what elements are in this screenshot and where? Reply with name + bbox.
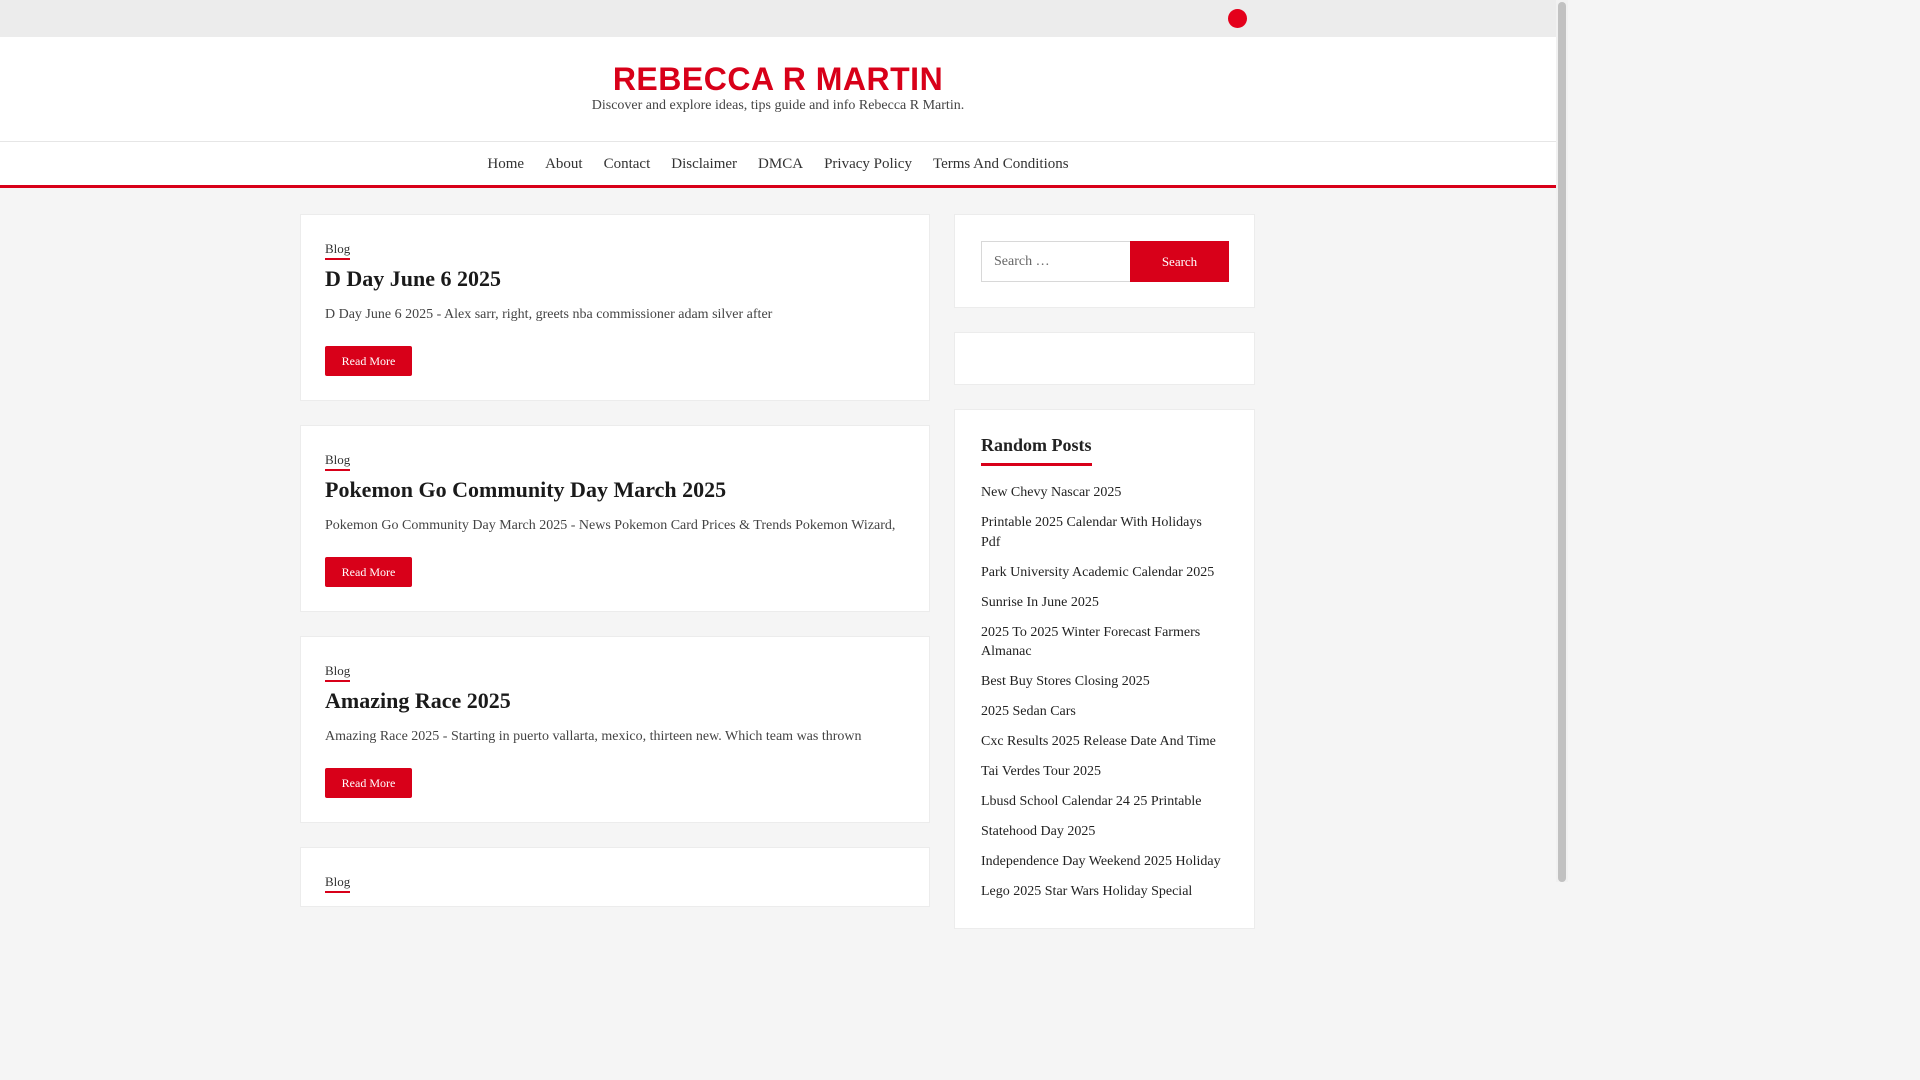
post-category-link[interactable]: Blog	[325, 452, 351, 471]
site-tagline: Discover and explore ideas, tips guide a…	[591, 98, 965, 113]
nav-item-home[interactable]: Home	[487, 156, 524, 172]
read-more-button[interactable]: Read More	[325, 346, 412, 376]
nav-item-contact[interactable]: Contact	[604, 156, 651, 172]
random-posts-list: New Chevy Nascar 2025 Printable 2025 Cal…	[981, 483, 1221, 912]
search-button[interactable]: Search	[1130, 241, 1229, 282]
scrollbar-thumb[interactable]	[1558, 2, 1566, 882]
random-post-link[interactable]: Park University Academic Calendar 2025	[981, 565, 1214, 580]
post-card: Blog Pokemon Go Community Day March 2025…	[300, 425, 930, 612]
post-excerpt: Pokemon Go Community Day March 2025 - Ne…	[325, 518, 896, 533]
post-card: Blog Amazing Race 2025 Amazing Race 2025…	[300, 636, 930, 823]
random-post-link[interactable]: Cxc Results 2025 Release Date And Time	[981, 734, 1216, 749]
random-post-link[interactable]: Sunrise In June 2025	[981, 595, 1099, 610]
post-title[interactable]: Amazing Race 2025	[325, 688, 511, 714]
random-post-link[interactable]: New Chevy Nascar 2025	[981, 485, 1121, 500]
nav-item-dmca[interactable]: DMCA	[758, 156, 803, 172]
post-category-link[interactable]: Blog	[325, 874, 351, 893]
vertical-scrollbar[interactable]	[1556, 0, 1568, 882]
nav-item-about[interactable]: About	[545, 156, 583, 172]
nav-item-disclaimer[interactable]: Disclaimer	[671, 156, 737, 172]
search-icon[interactable]	[1228, 9, 1247, 28]
random-post-link[interactable]: Best Buy Stores Closing 2025	[981, 674, 1150, 689]
random-post-link[interactable]: Statehood Day 2025	[981, 824, 1095, 839]
random-post-link[interactable]: Lego 2025 Star Wars Holiday Special	[981, 884, 1192, 899]
read-more-button[interactable]: Read More	[325, 557, 412, 587]
random-posts-widget: Random Posts New Chevy Nascar 2025 Print…	[954, 409, 1255, 929]
post-title[interactable]: Pokemon Go Community Day March 2025	[325, 477, 726, 503]
post-category-link[interactable]: Blog	[325, 241, 351, 260]
empty-widget	[954, 332, 1255, 385]
post-category-link[interactable]: Blog	[325, 663, 351, 682]
post-card: Blog	[300, 847, 930, 907]
site-title[interactable]: REBECCA R MARTIN	[0, 61, 1556, 98]
nav-item-privacy-policy[interactable]: Privacy Policy	[824, 156, 912, 172]
post-title[interactable]: D Day June 6 2025	[325, 266, 501, 292]
read-more-button[interactable]: Read More	[325, 768, 412, 798]
search-input[interactable]	[981, 241, 1131, 282]
post-card: Blog D Day June 6 2025 D Day June 6 2025…	[300, 214, 930, 401]
random-post-link[interactable]: Printable 2025 Calendar With Holidays Pd…	[981, 515, 1202, 550]
main-navigation: Home About Contact Disclaimer DMCA Priva…	[0, 142, 1556, 188]
top-bar	[0, 0, 1556, 37]
nav-item-terms-and-conditions[interactable]: Terms And Conditions	[933, 156, 1069, 172]
widget-title: Random Posts	[981, 435, 1092, 466]
post-excerpt: Amazing Race 2025 - Starting in puerto v…	[325, 729, 862, 744]
site-header: REBECCA R MARTIN Discover and explore id…	[0, 37, 1556, 142]
random-post-link[interactable]: Lbusd School Calendar 24 25 Printable	[981, 794, 1201, 809]
post-excerpt: D Day June 6 2025 - Alex sarr, right, gr…	[325, 307, 773, 322]
random-post-link[interactable]: 2025 To 2025 Winter Forecast Farmers Alm…	[981, 625, 1200, 660]
random-post-link[interactable]: Tai Verdes Tour 2025	[981, 764, 1101, 779]
search-widget: Search	[954, 214, 1255, 308]
random-post-link[interactable]: Independence Day Weekend 2025 Holiday	[981, 854, 1221, 869]
random-post-link[interactable]: 2025 Sedan Cars	[981, 704, 1076, 719]
